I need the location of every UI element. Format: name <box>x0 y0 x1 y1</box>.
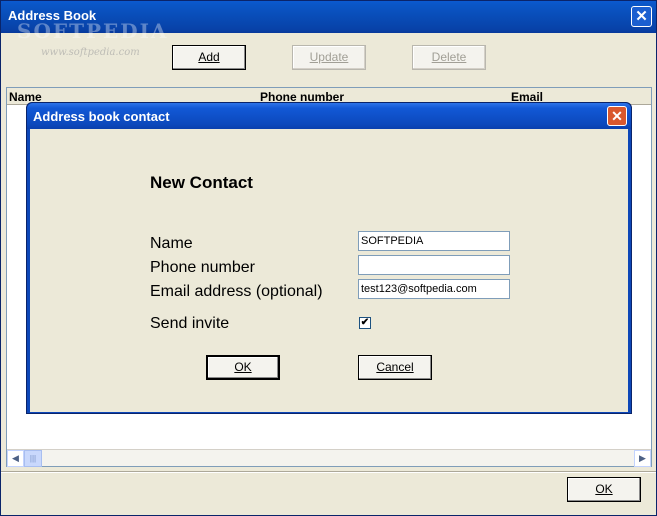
footer-divider <box>1 471 656 473</box>
add-button[interactable]: Add <box>172 45 246 70</box>
contact-dialog: Address book contact ✕ New Contact Name … <box>26 102 632 414</box>
email-label: Email address (optional) <box>150 283 323 300</box>
ok-button[interactable]: OK <box>567 477 641 502</box>
scroll-right-icon[interactable]: ▶ <box>634 450 651 467</box>
delete-button-label: Delete <box>431 50 467 64</box>
phone-field[interactable] <box>358 255 510 275</box>
watermark-logo: SOFTPEDIA <box>17 19 169 43</box>
add-button-label: Add <box>198 50 220 64</box>
dialog-title: Address book contact <box>33 109 170 124</box>
dialog-cancel-label: Cancel <box>376 360 414 374</box>
email-field[interactable]: test123@softpedia.com <box>358 279 510 299</box>
ok-button-label: OK <box>595 482 613 496</box>
send-invite-checkbox[interactable]: ✔ <box>359 317 371 329</box>
update-button[interactable]: Update <box>292 45 366 70</box>
update-button-label: Update <box>309 50 349 64</box>
horizontal-scrollbar[interactable]: ◀ ||| ▶ <box>7 449 651 467</box>
dialog-ok-button[interactable]: OK <box>206 355 280 380</box>
send-invite-label: Send invite <box>150 315 230 332</box>
dialog-body: New Contact Name Phone number Email addr… <box>30 129 628 412</box>
name-label: Name <box>150 235 193 252</box>
dialog-close-icon[interactable]: ✕ <box>607 106 627 126</box>
scroll-thumb[interactable]: ||| <box>24 450 42 467</box>
dialog-title-bar[interactable]: Address book contact ✕ <box>27 103 631 129</box>
delete-button[interactable]: Delete <box>412 45 486 70</box>
scroll-left-icon[interactable]: ◀ <box>7 450 24 467</box>
close-icon[interactable]: ✕ <box>631 6 652 27</box>
dialog-cancel-button[interactable]: Cancel <box>358 355 432 380</box>
name-field[interactable]: SOFTPEDIA <box>358 231 510 251</box>
watermark-url: www.softpedia.com <box>41 47 140 58</box>
dialog-heading: New Contact <box>150 173 253 192</box>
dialog-ok-label: OK <box>234 360 252 374</box>
phone-label: Phone number <box>150 259 255 276</box>
